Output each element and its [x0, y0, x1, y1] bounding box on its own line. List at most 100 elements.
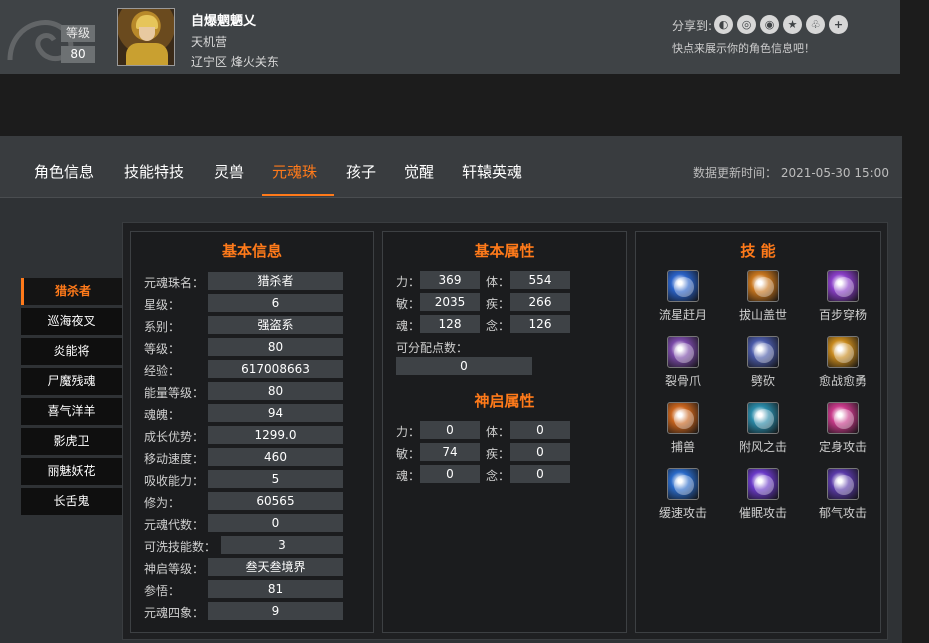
info-value: 6 — [208, 294, 343, 312]
list-item[interactable]: 炎能将 — [21, 338, 122, 365]
attr-label: 体： — [486, 425, 511, 439]
list-item[interactable]: 丽魅妖花 — [21, 458, 122, 485]
mountain-icon[interactable] — [747, 270, 779, 302]
tab-children[interactable]: 孩子 — [346, 161, 376, 182]
qzone-icon[interactable]: ★ — [783, 15, 802, 34]
info-label: 等级： — [144, 342, 181, 356]
skill-item[interactable]: 附风之击 — [733, 402, 793, 455]
skill-name: 百步穿杨 — [818, 308, 867, 322]
free-points-label: 可分配点数： — [396, 341, 469, 355]
skill-item[interactable]: 定身攻击 — [813, 402, 873, 455]
tieba-icon[interactable]: ♧ — [806, 15, 825, 34]
info-label: 可洗技能数： — [144, 540, 217, 554]
info-value: 0 — [208, 514, 343, 532]
info-label: 参悟： — [144, 584, 181, 598]
info-value: 460 — [208, 448, 343, 466]
plus-icon[interactable]: + — [829, 15, 848, 34]
share-icons: ◐ ◎ ◉ ★ ♧ + — [714, 15, 848, 34]
skill-item[interactable]: 裂骨爪 — [653, 336, 713, 389]
skill-item[interactable]: 百步穿杨 — [813, 270, 873, 323]
info-value: 1299.0 — [208, 426, 343, 444]
arrow-icon[interactable] — [827, 270, 859, 302]
slash-icon[interactable] — [747, 336, 779, 368]
skills-title: 技 能 — [740, 242, 776, 260]
list-item[interactable]: 猎杀者 — [21, 278, 122, 305]
attr-value: 2035 — [420, 293, 480, 311]
list-item[interactable]: 尸魔残魂 — [21, 368, 122, 395]
level-label: 等级 — [61, 25, 95, 42]
list-item[interactable]: 巡海夜叉 — [21, 308, 122, 335]
profile-header: 等级 80 自爆魍魉乂 天机营 辽宁区 烽火关东 分享到: ◐ ◎ ◉ ★ ♧ … — [0, 0, 900, 74]
skill-item[interactable]: 催眠攻击 — [733, 468, 793, 521]
info-label: 元魂珠名： — [144, 276, 205, 290]
sleep-icon[interactable] — [747, 468, 779, 500]
level-value: 80 — [61, 46, 95, 63]
attr-label: 念： — [486, 319, 511, 333]
skill-item[interactable]: 拔山盖世 — [733, 270, 793, 323]
skill-item[interactable]: 捕兽 — [653, 402, 713, 455]
tab-awakening[interactable]: 觉醒 — [404, 161, 434, 182]
attr-value: 0 — [510, 465, 570, 483]
tab-pets[interactable]: 灵兽 — [214, 161, 244, 182]
info-label: 经验： — [144, 364, 181, 378]
gloom-icon[interactable] — [827, 468, 859, 500]
skill-item[interactable]: 缓速攻击 — [653, 468, 713, 521]
attr-value: 0 — [510, 421, 570, 439]
attr-value: 0 — [420, 421, 480, 439]
attr-label: 敏： — [396, 297, 421, 311]
attr-label: 疾： — [486, 447, 511, 461]
attr-value: 126 — [510, 315, 570, 333]
basic-info-title: 基本信息 — [221, 242, 282, 260]
tab-xuanyuan-heroes[interactable]: 轩辕英魂 — [462, 161, 522, 182]
skill-item[interactable]: 郁气攻击 — [813, 468, 873, 521]
bind-icon[interactable] — [827, 402, 859, 434]
list-item[interactable]: 喜气洋羊 — [21, 398, 122, 425]
wind-icon[interactable] — [747, 402, 779, 434]
skill-name: 裂骨爪 — [664, 374, 701, 388]
info-label: 吸收能力： — [144, 474, 205, 488]
skill-name: 缓速攻击 — [658, 506, 707, 520]
attr-value: 128 — [420, 315, 480, 333]
skill-item[interactable]: 流星赶月 — [653, 270, 713, 323]
avatar — [117, 8, 175, 66]
info-label: 修为： — [144, 496, 181, 510]
skill-name: 催眠攻击 — [738, 506, 787, 520]
info-value: 猎杀者 — [208, 272, 343, 290]
attr-label: 魂： — [396, 469, 421, 483]
swirl-icon[interactable] — [667, 270, 699, 302]
info-value: 81 — [208, 580, 343, 598]
attr-value: 266 — [510, 293, 570, 311]
attr-label: 念： — [486, 469, 511, 483]
skill-item[interactable]: 愈战愈勇 — [813, 336, 873, 389]
attr-label: 敏： — [396, 447, 421, 461]
claw-icon[interactable] — [667, 336, 699, 368]
tab-soul-orb[interactable]: 元魂珠 — [272, 161, 317, 182]
info-value: 5 — [208, 470, 343, 488]
share-label: 分享到: — [672, 19, 713, 33]
skill-name: 捕兽 — [670, 440, 695, 454]
rage-icon[interactable] — [827, 336, 859, 368]
qq-icon[interactable]: ◎ — [737, 15, 756, 34]
wechat-icon[interactable]: ◐ — [714, 15, 733, 34]
info-value: 94 — [208, 404, 343, 422]
slow-icon[interactable] — [667, 468, 699, 500]
tab-skills[interactable]: 技能特技 — [124, 161, 184, 182]
attr-value: 74 — [420, 443, 480, 461]
weibo-icon[interactable]: ◉ — [760, 15, 779, 34]
info-value: 叁天叁境界 — [208, 558, 343, 576]
info-label: 元魂四象： — [144, 606, 205, 620]
list-item[interactable]: 影虎卫 — [21, 428, 122, 455]
info-label: 移动速度： — [144, 452, 205, 466]
skill-item[interactable]: 劈砍 — [733, 336, 793, 389]
skill-name: 郁气攻击 — [818, 506, 867, 520]
trap-icon[interactable] — [667, 402, 699, 434]
info-value: 60565 — [208, 492, 343, 510]
tab-role-info[interactable]: 角色信息 — [34, 161, 94, 182]
info-label: 神启等级： — [144, 562, 205, 576]
skill-name: 拔山盖世 — [738, 308, 787, 322]
soul-orb-list: 猎杀者 巡海夜叉 炎能将 尸魔残魂 喜气洋羊 影虎卫 丽魅妖花 长舌鬼 — [21, 278, 124, 518]
attr-label: 疾： — [486, 297, 511, 311]
player-server: 辽宁区 烽火关东 — [191, 55, 279, 69]
list-item[interactable]: 长舌鬼 — [21, 488, 122, 515]
attr-label: 体： — [486, 275, 511, 289]
